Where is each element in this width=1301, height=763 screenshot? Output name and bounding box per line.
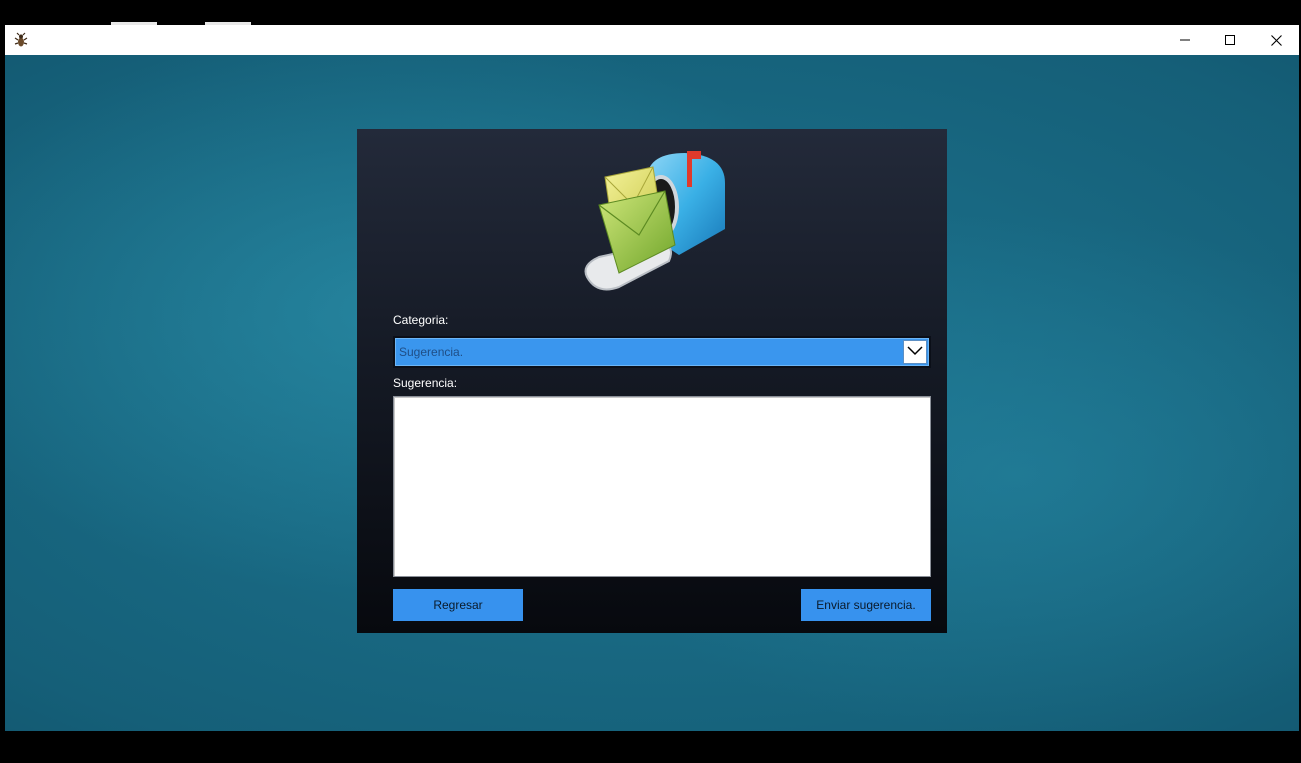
chevron-down-icon (907, 343, 923, 361)
window-titlebar (5, 25, 1299, 55)
mailbox-icon (579, 147, 729, 297)
back-button[interactable]: Regresar (393, 589, 523, 621)
minimize-button[interactable] (1162, 25, 1208, 55)
minimize-icon (1180, 35, 1190, 45)
suggestion-label: Sugerencia: (393, 376, 458, 390)
category-dropdown[interactable]: Sugerencia. (393, 336, 931, 368)
maximize-icon (1225, 35, 1235, 45)
close-icon (1270, 34, 1282, 46)
category-dropdown-field[interactable]: Sugerencia. (395, 338, 929, 366)
suggestion-panel: Categoria: Sugerencia. Sugerencia: Regre… (357, 129, 947, 633)
maximize-button[interactable] (1207, 25, 1253, 55)
suggestion-textarea[interactable] (393, 396, 931, 577)
send-suggestion-button[interactable]: Enviar sugerencia. (801, 589, 931, 621)
dropdown-arrow-button[interactable] (903, 340, 927, 364)
app-bug-icon (14, 32, 28, 48)
close-button[interactable] (1253, 25, 1299, 55)
category-selected-value: Sugerencia. (399, 345, 464, 359)
category-label: Categoria: (393, 313, 449, 327)
